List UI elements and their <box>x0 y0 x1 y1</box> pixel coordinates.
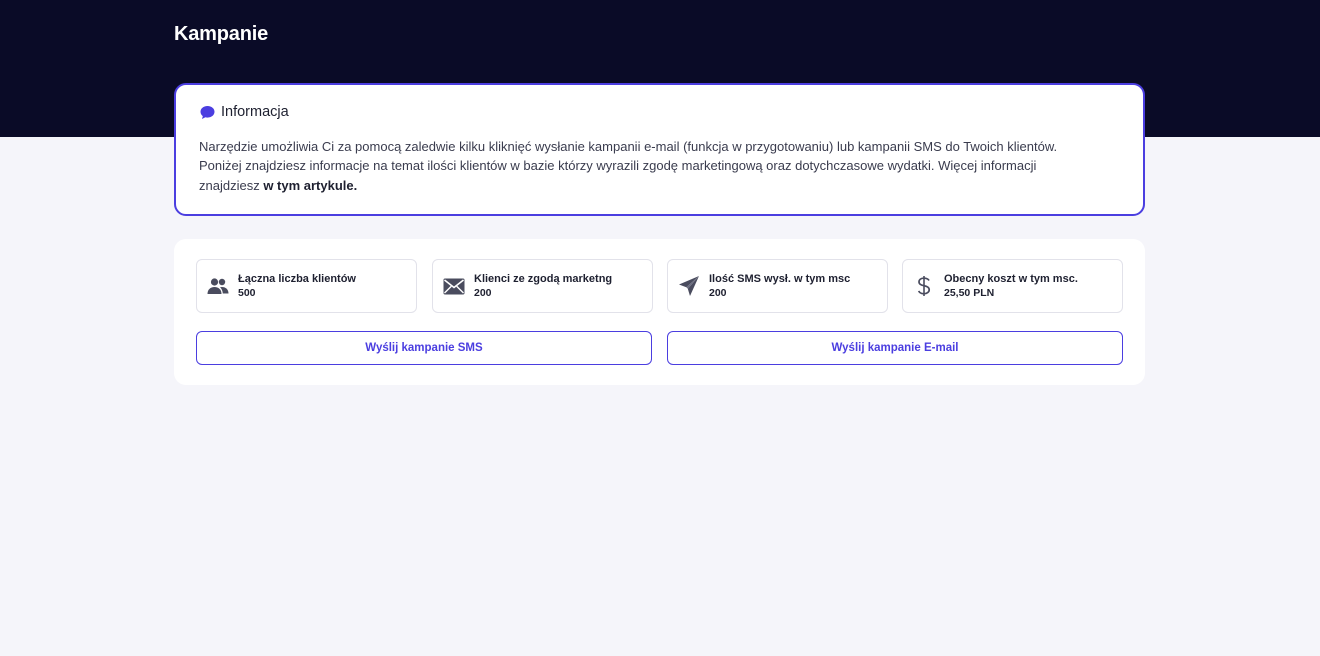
stat-value: 200 <box>709 287 727 299</box>
stat-current-cost: Obecny koszt w tym msc. 25,50 PLN <box>902 259 1123 313</box>
info-text: Narzędzie umożliwia Ci za pomocą zaledwi… <box>199 137 1099 195</box>
stat-label: Łączna liczba klientów <box>238 273 356 285</box>
stat-value: 25,50 PLN <box>944 287 995 299</box>
chat-bubble-icon <box>199 104 216 121</box>
stat-label: Obecny koszt w tym msc. <box>944 273 1078 285</box>
stats-card: Łączna liczba klientów 500 Klienci ze zg… <box>174 239 1145 385</box>
stat-label: Klienci ze zgodą marketng <box>474 273 613 285</box>
article-link[interactable]: w tym artykule. <box>263 178 357 193</box>
stat-marketing-consent: Klienci ze zgodą marketng 200 <box>432 259 653 313</box>
users-icon <box>207 275 229 297</box>
paper-plane-icon <box>678 275 700 297</box>
send-email-campaign-button[interactable]: Wyślij kampanie E-mail <box>667 331 1123 365</box>
page-title: Kampanie <box>174 23 268 45</box>
stat-total-clients: Łączna liczba klientów 500 <box>196 259 417 313</box>
stat-sms-sent: Ilość SMS wysł. w tym msc 200 <box>667 259 888 313</box>
stat-value: 500 <box>238 287 256 299</box>
info-card: Informacja Narzędzie umożliwia Ci za pom… <box>174 83 1145 216</box>
stat-value: 200 <box>474 287 492 299</box>
send-sms-campaign-button[interactable]: Wyślij kampanie SMS <box>196 331 652 365</box>
envelope-icon <box>443 275 465 297</box>
info-header: Informacja <box>199 102 1120 122</box>
stat-label: Ilość SMS wysł. w tym msc <box>709 273 851 285</box>
info-title: Informacja <box>221 104 289 120</box>
dollar-icon <box>913 275 935 297</box>
